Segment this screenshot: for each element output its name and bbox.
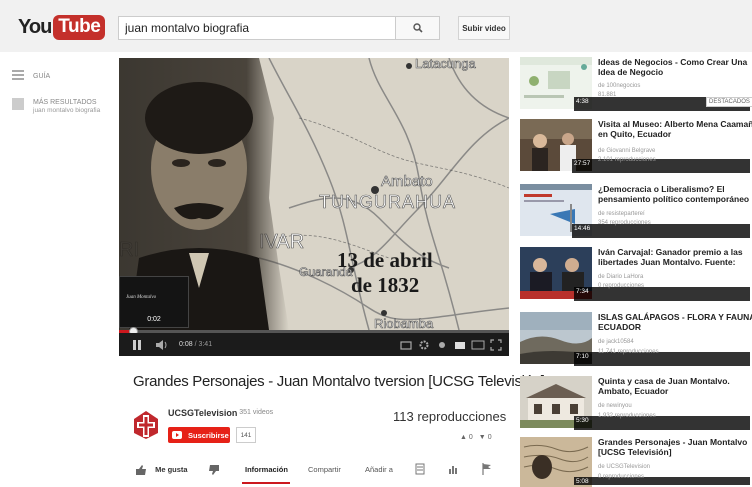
video-title: ¿Democracia o Liberalismo? El pensamiento… [598, 184, 750, 204]
video-title: ISLAS GALÁPAGOS - FLORA Y FAUNA ECUADOR [598, 312, 752, 332]
video-author: de Giovanni Belgrave [598, 148, 656, 154]
scrub-preview: Juan Montalvo 0:02 [119, 276, 189, 328]
related-video[interactable]: 27:57 Visita al Museo: Alberto Mena Caam… [520, 119, 752, 175]
preview-title: Juan Montalvo [126, 295, 157, 300]
statistics-icon[interactable] [448, 464, 458, 474]
like-button[interactable]: Me gusta [136, 465, 188, 476]
current-time: 0:08 [179, 341, 193, 348]
action-bar: Me gusta Información Compartir Añadir a [132, 458, 502, 484]
featured-badge: DESTACADOS [706, 97, 752, 107]
video-views: 2.101 reproducciones [598, 157, 656, 163]
masthead: You Tube Subir video [0, 0, 752, 52]
related-video[interactable]: 4:38 Ideas de Negocios - Como Crear Una I… [520, 57, 752, 113]
map-label: Ambato [381, 173, 433, 190]
small-thumbs-up-icon: ▲ [460, 434, 467, 441]
subscribe-label: Suscribirse [188, 430, 229, 440]
fullscreen-icon[interactable] [489, 338, 503, 352]
guide-button[interactable]: GUÍA [12, 70, 50, 81]
video-views: 1.932 reproducciones [598, 413, 656, 419]
search-box [118, 16, 440, 40]
video-views: 354 reproducciones [598, 220, 651, 226]
preview-time: 0:02 [147, 316, 161, 323]
duration: 3:41 [198, 341, 213, 348]
video-title: Iván Carvajal: Ganador premio a las liber… [598, 247, 743, 267]
active-tab-indicator [242, 482, 290, 484]
menu-icon [12, 70, 24, 80]
flag-icon[interactable] [482, 463, 492, 475]
video-views: 11.741 reproducciones [598, 349, 659, 355]
more-results-label: MÁS RESULTADOS [33, 99, 97, 106]
channel-name[interactable]: UCSGTelevision [168, 408, 237, 418]
thumbs-down-icon [209, 465, 219, 476]
video-author: de UCSGTelevision [598, 464, 651, 470]
search-input[interactable] [119, 17, 395, 39]
dislike-button[interactable] [208, 465, 219, 476]
map-label: TUNGURAHUA [319, 192, 456, 212]
map-label: Riobamba [374, 316, 434, 330]
dislike-count-item: ▼ 0 [479, 434, 492, 441]
map-label: Latacunga [415, 58, 476, 71]
video-author: de Diario LaHora [598, 274, 644, 280]
tab-add-to[interactable]: Añadir a [365, 465, 393, 474]
tab-share[interactable]: Compartir [308, 465, 341, 474]
youtube-logo[interactable]: You Tube [18, 14, 106, 40]
channel-video-count[interactable]: · 351 videos [235, 409, 273, 416]
search-button[interactable] [395, 17, 439, 39]
more-results-link[interactable]: MÁS RESULTADOS juan montalvo biografia [12, 98, 100, 115]
related-video[interactable]: 7:10 ISLAS GALÁPAGOS - FLORA Y FAUNA ECUA… [520, 312, 752, 368]
related-video[interactable]: 5:08 Grandes Personajes - Juan Montalvo[… [520, 437, 752, 487]
player-controls: 0:08 / 3:41 [119, 333, 509, 356]
video-author: de jack10584 [598, 339, 634, 345]
video-title: Visita al Museo: Alberto Mena Caamaño en … [598, 119, 752, 139]
volume-icon[interactable] [153, 338, 171, 352]
overlay-date-line2: de 1832 [351, 273, 419, 297]
video-player[interactable]: Latacunga Ambato TUNGURAHUA IVAR Guarand… [119, 58, 509, 356]
search-icon [412, 23, 423, 33]
logo-you-text: You [18, 15, 52, 38]
related-video[interactable]: 7:34 Iván Carvajal: Ganador premio a las… [520, 247, 752, 303]
video-author: de resistepartereí [598, 211, 645, 217]
video-title: Grandes Personajes - Juan Montalvo [UCSG … [598, 437, 748, 457]
view-count: 113 reproducciones [393, 409, 507, 424]
dislike-count: 0 [487, 434, 492, 441]
small-player-icon[interactable] [453, 338, 467, 352]
likes-summary: ▲ 0 ▼ 0 [460, 434, 492, 441]
like-count-item: ▲ 0 [460, 434, 473, 441]
like-count: 0 [468, 434, 473, 441]
related-video[interactable]: 14:46 ¿Democracia o Liberalismo? El pensa… [520, 184, 752, 240]
large-player-icon[interactable] [471, 338, 485, 352]
video-title: Grandes Personajes - Juan Montalvo tvers… [133, 373, 545, 390]
video-views: 81.881 [598, 92, 617, 98]
video-views: 0 reproducciones [598, 474, 645, 480]
tab-information[interactable]: Información [245, 465, 288, 474]
like-label: Me gusta [155, 465, 188, 474]
more-results-query: juan montalvo biografia [33, 107, 101, 114]
logo-tube-text: Tube [53, 14, 106, 40]
captions-icon[interactable] [399, 338, 413, 352]
video-author: de 100negocios [598, 83, 641, 89]
video-title: Ideas de Negocios - Como Crear Una Idea d… [598, 57, 748, 77]
guide-label: GUÍA [33, 73, 51, 80]
video-title: Quinta y casa de Juan Montalvo. Ambato, E… [598, 376, 730, 396]
upload-button[interactable]: Subir video [458, 16, 510, 40]
pause-icon[interactable] [127, 338, 147, 352]
video-author: de newinyou [598, 403, 632, 409]
overlay-date-line1: 13 de abril [337, 248, 433, 272]
video-views: 0 reproducciones [598, 283, 645, 289]
annotations-icon[interactable] [435, 338, 449, 352]
youtube-play-icon [172, 431, 182, 439]
transcript-icon[interactable] [415, 463, 425, 475]
settings-gear-icon[interactable] [417, 338, 431, 352]
results-icon [12, 98, 24, 110]
time-display: 0:08 / 3:41 [179, 341, 213, 348]
thumbs-up-icon [136, 465, 146, 476]
subscribe-button[interactable]: Suscribirse [168, 427, 230, 443]
small-thumbs-down-icon: ▼ [478, 434, 486, 441]
related-video[interactable]: 5:30 Quinta y casa de Juan Montalvo. Amba… [520, 376, 752, 432]
channel-logo[interactable] [132, 409, 160, 441]
subscriber-count: 141 [236, 427, 256, 443]
